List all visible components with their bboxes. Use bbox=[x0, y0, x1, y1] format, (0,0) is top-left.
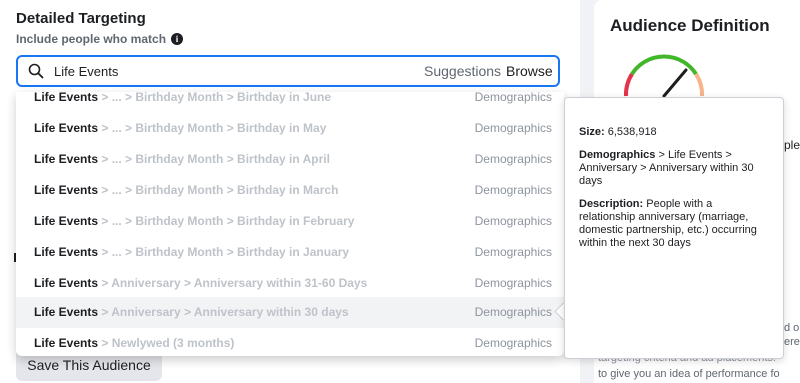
suggestion-detail-tooltip: Size: 6,538,918 Demographics > Life Even… bbox=[564, 97, 784, 359]
suggestion-path: Life Events > ... > Birthday Month > Bir… bbox=[34, 245, 349, 259]
audience-definition-title: Audience Definition bbox=[610, 16, 770, 35]
suggestion-category: Demographics bbox=[474, 152, 552, 166]
suggestion-category: Demographics bbox=[474, 276, 552, 290]
suggestion-row[interactable]: Life Events > ... > Birthday Month > Bir… bbox=[16, 237, 564, 268]
suggestion-path: Life Events > Anniversary > Anniversary … bbox=[34, 276, 367, 290]
suggestion-row[interactable]: Life Events > ... > Birthday Month > Bir… bbox=[16, 92, 564, 113]
tooltip-description: Description: People with a relationship … bbox=[579, 198, 769, 250]
suggestions-link[interactable]: Suggestions bbox=[424, 63, 501, 79]
suggestion-path-rest: > Newlywed (3 months) bbox=[98, 336, 235, 350]
suggestions-dropdown: Life Events > ... > Birthday Month > Bir… bbox=[16, 92, 564, 356]
suggestion-path-rest: > Anniversary > Anniversary within 30 da… bbox=[98, 305, 349, 319]
suggestion-path-rest: > Anniversary > Anniversary within 31-60… bbox=[98, 276, 368, 290]
targeting-search-box[interactable]: Suggestions Browse bbox=[16, 55, 560, 87]
tooltip-size-value: 6,538,918 bbox=[604, 126, 657, 138]
suggestion-path: Life Events > ... > Birthday Month > Bir… bbox=[34, 92, 331, 104]
suggestion-root: Life Events bbox=[34, 245, 99, 259]
suggestion-path: Life Events > ... > Birthday Month > Bir… bbox=[34, 152, 330, 166]
suggestion-row[interactable]: Life Events > Anniversary > Anniversary … bbox=[16, 268, 564, 299]
suggestion-root: Life Events bbox=[34, 276, 99, 290]
tooltip-size: Size: 6,538,918 bbox=[579, 126, 769, 139]
targeting-search-input[interactable] bbox=[54, 62, 394, 80]
suggestion-category: Demographics bbox=[474, 336, 552, 350]
suggestion-row[interactable]: Life Events > ... > Birthday Month > Bir… bbox=[16, 144, 564, 175]
suggestion-root: Life Events bbox=[34, 305, 99, 319]
suggestion-root: Life Events bbox=[34, 336, 99, 350]
suggestion-row[interactable]: Life Events > ... > Birthday Month > Bir… bbox=[16, 113, 564, 144]
suggestion-path: Life Events > ... > Birthday Month > Bir… bbox=[34, 183, 338, 197]
suggestion-row[interactable]: Life Events > Newlywed (3 months) Demogr… bbox=[16, 328, 564, 356]
suggestion-row-highlighted[interactable]: Life Events > Anniversary > Anniversary … bbox=[16, 297, 564, 328]
suggestion-path-rest: > ... > Birthday Month > Birthday in Apr… bbox=[98, 152, 330, 166]
suggestion-path: Life Events > Anniversary > Anniversary … bbox=[34, 305, 349, 319]
tooltip-description-label: Description: bbox=[579, 198, 644, 210]
tooltip-path: Demographics > Life Events > Anniversary… bbox=[579, 149, 769, 188]
suggestion-path-rest: > ... > Birthday Month > Birthday in May bbox=[98, 121, 327, 135]
search-icon bbox=[28, 63, 44, 79]
suggestion-category: Demographics bbox=[474, 92, 552, 104]
audience-fragment-text: ere bbox=[784, 336, 800, 348]
suggestion-root: Life Events bbox=[34, 214, 99, 228]
suggestion-path-rest: > ... > Birthday Month > Birthday in Mar… bbox=[98, 183, 339, 197]
suggestion-category: Demographics bbox=[474, 183, 552, 197]
suggestion-root: Life Events bbox=[34, 152, 99, 166]
tooltip-path-label: Demographics bbox=[579, 149, 656, 161]
suggestion-row[interactable]: Life Events > ... > Birthday Month > Bir… bbox=[16, 175, 564, 206]
suggestion-path: Life Events > ... > Birthday Month > Bir… bbox=[34, 121, 326, 135]
include-subtitle: Include people who match i bbox=[16, 32, 184, 46]
audience-fragment-text: ple bbox=[784, 138, 800, 152]
browse-link[interactable]: Browse bbox=[506, 63, 553, 79]
audience-fragment-text: d or bbox=[784, 322, 800, 334]
suggestion-root: Life Events bbox=[34, 121, 99, 135]
info-icon[interactable]: i bbox=[171, 33, 184, 45]
suggestion-row[interactable]: Life Events > ... > Birthday Month > Bir… bbox=[16, 206, 564, 237]
audience-fragment-text: to give you an idea of performance fo bbox=[598, 368, 780, 380]
suggestion-root: Life Events bbox=[34, 183, 99, 197]
suggestion-path: Life Events > ... > Birthday Month > Bir… bbox=[34, 214, 354, 228]
include-subtitle-text: Include people who match bbox=[16, 32, 167, 46]
suggestion-path-rest: > ... > Birthday Month > Birthday in Feb… bbox=[98, 214, 355, 228]
detailed-targeting-title: Detailed Targeting bbox=[16, 10, 146, 27]
suggestion-path: Life Events > Newlywed (3 months) bbox=[34, 336, 234, 350]
suggestion-category: Demographics bbox=[474, 305, 552, 319]
suggestion-category: Demographics bbox=[474, 245, 552, 259]
suggestion-root: Life Events bbox=[34, 92, 99, 104]
suggestion-path-rest: > ... > Birthday Month > Birthday in Jan… bbox=[98, 245, 350, 259]
tooltip-size-label: Size: bbox=[579, 126, 605, 138]
suggestion-category: Demographics bbox=[474, 214, 552, 228]
suggestion-path-rest: > ... > Birthday Month > Birthday in Jun… bbox=[98, 92, 332, 104]
suggestion-category: Demographics bbox=[474, 121, 552, 135]
